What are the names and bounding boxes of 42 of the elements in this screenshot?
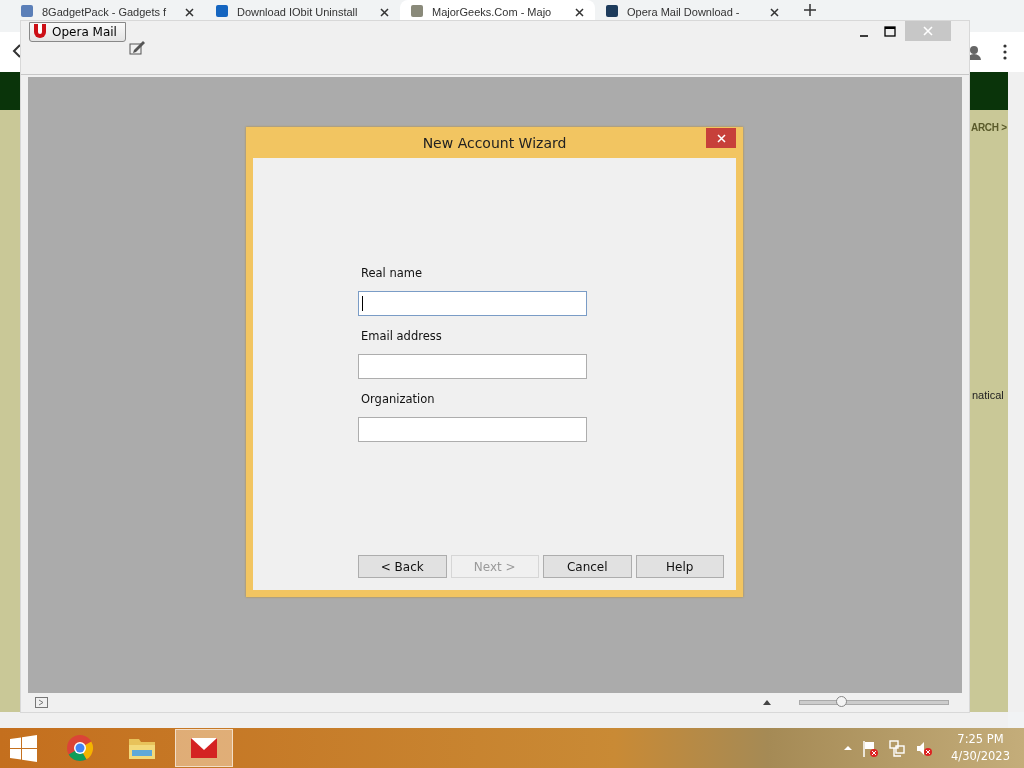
vertical-scrollbar[interactable] (1008, 72, 1024, 712)
flag-icon[interactable] (862, 739, 880, 757)
windows-start-icon[interactable] (10, 734, 37, 762)
wizard-button[interactable]: Cancel (543, 555, 632, 578)
up-arrow-icon[interactable] (763, 699, 771, 706)
favicon-icon (20, 4, 34, 18)
wizard-button[interactable]: < Back (358, 555, 447, 578)
favicon-icon (215, 4, 229, 18)
slider-thumb[interactable] (836, 696, 848, 707)
close-icon[interactable] (379, 7, 390, 18)
page-text: natical (972, 389, 1004, 401)
close-icon[interactable] (184, 7, 195, 18)
input-field[interactable] (358, 291, 587, 316)
page-link[interactable]: ARCH > (971, 122, 1007, 133)
clock-date: 4/30/2023 (951, 748, 1010, 765)
app-logo-icon (32, 24, 48, 39)
close-button[interactable] (706, 128, 736, 148)
field-label: Email address (361, 329, 443, 343)
input-field[interactable] (358, 417, 587, 442)
network-icon[interactable] (889, 739, 907, 757)
close-icon[interactable] (574, 7, 585, 18)
new-tab-icon[interactable] (804, 4, 816, 16)
compose-icon[interactable] (129, 40, 146, 55)
input-field[interactable] (358, 354, 587, 379)
browser-tab[interactable]: Opera Mail Download - (595, 0, 790, 20)
wizard-button[interactable]: Help (635, 555, 724, 578)
panel-toggle-icon[interactable] (35, 697, 48, 708)
favicon-icon (410, 4, 424, 18)
browser-icon (66, 734, 94, 762)
browser-tab[interactable]: MajorGeeks.Com - Majo (400, 0, 595, 20)
clock-time: 7:25 PM (957, 731, 1004, 748)
browser-tab[interactable]: Download IObit Uninstall (205, 0, 400, 20)
app-menu-button[interactable]: Opera Mail (29, 22, 126, 42)
field-label: Organization (361, 392, 436, 406)
dialog-title: New Account Wizard (422, 134, 567, 151)
close-icon[interactable] (769, 7, 780, 18)
browser-tab[interactable]: 8GadgetPack - Gadgets f (10, 0, 205, 20)
menu-icon[interactable] (1003, 44, 1007, 60)
field-label: Real name (361, 266, 424, 280)
taskbar-button[interactable] (175, 729, 233, 767)
favicon-icon (605, 4, 619, 18)
close-icon (716, 133, 726, 143)
